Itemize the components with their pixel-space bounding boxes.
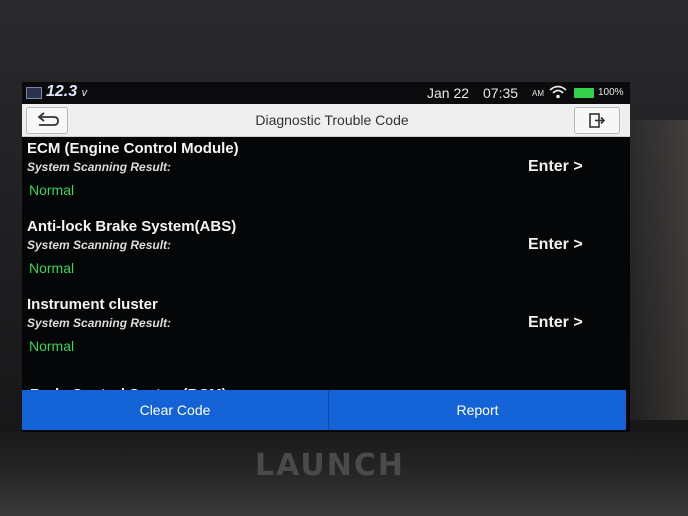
status-bar: 12.3 v Jan 22 07:35 AM 100% bbox=[22, 82, 630, 104]
enter-button[interactable]: Enter > bbox=[528, 236, 583, 254]
clear-code-button[interactable]: Clear Code bbox=[22, 390, 329, 430]
system-item-abs[interactable]: Anti-lock Brake System(ABS) System Scann… bbox=[22, 214, 630, 290]
status-date: Jan 22 bbox=[427, 85, 470, 101]
system-status: Normal bbox=[29, 260, 75, 276]
enter-button[interactable]: Enter > bbox=[528, 314, 583, 332]
voltage-unit: v bbox=[81, 87, 88, 99]
system-name: Instrument cluster bbox=[27, 296, 158, 313]
device-screen: 12.3 v Jan 22 07:35 AM 100% Diagnostic T… bbox=[22, 82, 630, 434]
exit-button[interactable] bbox=[574, 107, 620, 134]
voltage-readout: 12.3 v bbox=[46, 83, 87, 101]
system-name: ECM (Engine Control Module) bbox=[27, 140, 239, 157]
system-subtitle: System Scanning Result: bbox=[27, 316, 172, 330]
back-arrow-icon bbox=[37, 112, 59, 126]
device-brand-logo: LAUNCH bbox=[255, 448, 406, 483]
report-button[interactable]: Report bbox=[329, 390, 626, 430]
title-bar: Diagnostic Trouble Code bbox=[22, 104, 630, 137]
system-list: ECM (Engine Control Module) System Scann… bbox=[22, 136, 630, 394]
system-item-instrument-cluster[interactable]: Instrument cluster System Scanning Resul… bbox=[22, 292, 630, 368]
system-subtitle: System Scanning Result: bbox=[27, 160, 172, 174]
system-subtitle: System Scanning Result: bbox=[27, 238, 172, 252]
battery-voltage-icon bbox=[26, 87, 42, 99]
battery-percent: 100% bbox=[598, 87, 624, 98]
status-ampm: AM bbox=[532, 89, 544, 98]
system-name: Anti-lock Brake System(ABS) bbox=[27, 218, 237, 235]
exit-icon bbox=[589, 113, 606, 128]
system-status: Normal bbox=[29, 338, 75, 354]
status-time: 07:35 bbox=[483, 85, 519, 101]
enter-button[interactable]: Enter > bbox=[528, 158, 583, 176]
voltage-value: 12.3 bbox=[46, 83, 78, 100]
battery-icon bbox=[574, 88, 594, 98]
system-status: Normal bbox=[29, 182, 75, 198]
system-item-ecm[interactable]: ECM (Engine Control Module) System Scann… bbox=[22, 136, 630, 212]
wifi-icon bbox=[549, 85, 567, 99]
action-bar: Clear Code Report bbox=[22, 390, 626, 430]
back-button[interactable] bbox=[26, 107, 68, 134]
page-title: Diagnostic Trouble Code bbox=[255, 112, 409, 128]
